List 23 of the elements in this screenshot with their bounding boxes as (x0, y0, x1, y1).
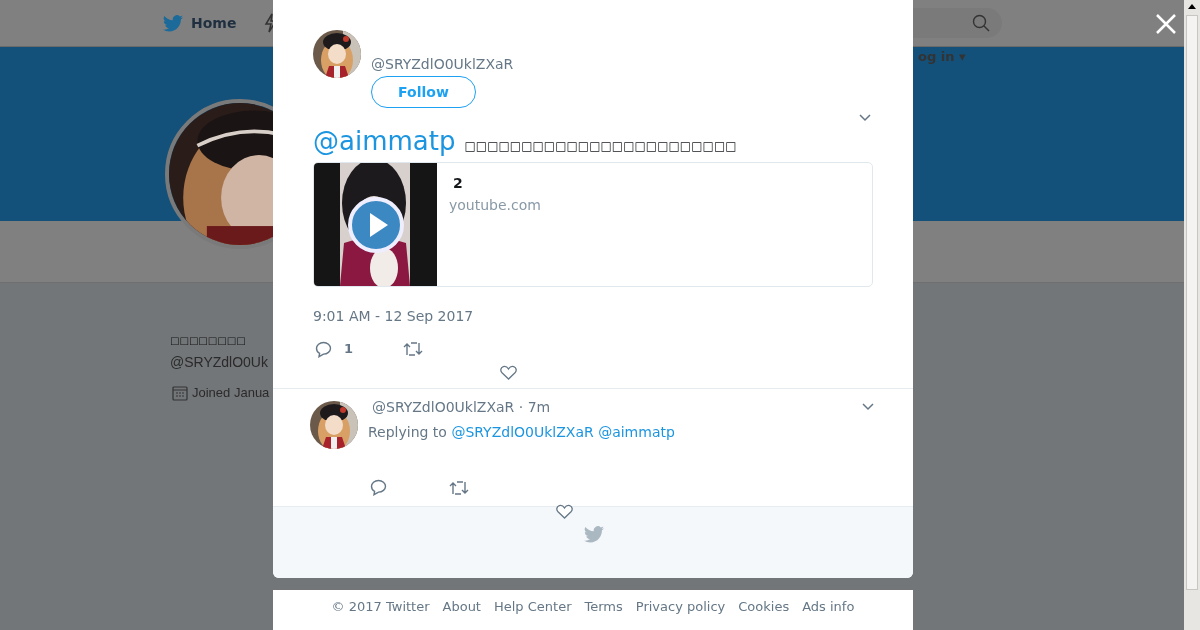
card-domain: youtube.com (449, 196, 541, 215)
footer-link[interactable]: About (442, 597, 481, 617)
profile-handle: @SRYZdlO0Uk (170, 353, 268, 371)
mention-link[interactable]: @aimmatp (313, 122, 456, 161)
user-handle[interactable]: @SRYZdlO0UklZXaR (371, 54, 514, 74)
footer-link[interactable]: Privacy policy (635, 597, 726, 617)
copyright-text: © 2017 Twitter (331, 598, 430, 617)
footer-link[interactable]: Ads info (802, 597, 855, 617)
home-tab[interactable]: Home (163, 12, 237, 34)
reply-count: 1 (344, 340, 354, 359)
footer-link[interactable]: Cookies (738, 597, 790, 617)
tweet-text: □□□□□□□□□□□□□□□□□□□□□□□□ (464, 138, 737, 155)
replying-to-text: Replying to @SRYZdlO0UklZXaR @aimmatp (368, 423, 675, 441)
profile-name: □□□□□□□□ (170, 334, 246, 348)
card-title: 2 (452, 174, 464, 192)
link-card[interactable]: 2 youtube.com (313, 162, 873, 287)
reply-handle[interactable]: @SRYZdlO0UklZXaR · 7m (372, 400, 675, 414)
footer-link[interactable]: Terms (584, 597, 623, 617)
timestamp: 9:01 AM - 12 Sep 2017 (313, 307, 475, 326)
footer-link[interactable]: Help Center (493, 597, 572, 617)
mention-link[interactable]: @aimmatp (598, 424, 675, 440)
joined-date: Joined Janua (192, 384, 270, 402)
mention-link[interactable]: @SRYZdlO0UklZXaR (451, 424, 594, 440)
